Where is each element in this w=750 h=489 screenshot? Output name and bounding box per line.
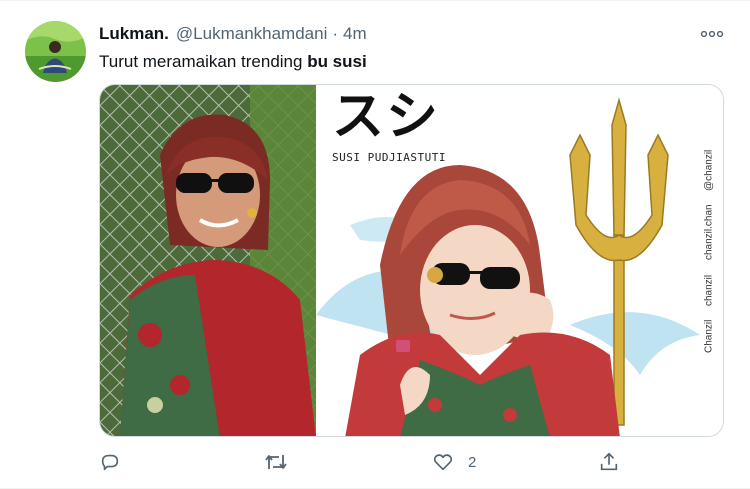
reply-icon xyxy=(101,454,119,471)
timestamp[interactable]: 4m xyxy=(343,24,367,44)
avatar[interactable] xyxy=(25,21,86,82)
tweet-text-bold: bu susi xyxy=(307,52,367,71)
tweet-card[interactable]: Lukman. @Lukmankhamdani · 4m Turut meram… xyxy=(0,0,750,489)
tweet-text: Turut meramaikan trending bu susi xyxy=(99,52,367,72)
watermark-strip: Chanzil chanzil chanzil.chan @chanzil xyxy=(698,103,720,353)
avatar-image xyxy=(25,21,86,82)
watermark-3: chanzil.chan xyxy=(703,204,715,261)
separator-dot: · xyxy=(332,24,339,43)
tweet-media[interactable]: スシ SUSI PUDJIASTUTI Chanzil chanzil chan… xyxy=(99,84,724,437)
caption-text: SUSI PUDJIASTUTI xyxy=(332,151,446,164)
watermark-4: @chanzil xyxy=(703,149,715,191)
reply-button[interactable] xyxy=(99,451,135,473)
kana-title: スシ xyxy=(332,87,441,147)
share-icon xyxy=(600,452,618,471)
like-count: 2 xyxy=(468,453,477,471)
user-handle[interactable]: @Lukmankhamdani xyxy=(176,24,327,44)
more-options-button[interactable] xyxy=(699,25,725,43)
more-icon xyxy=(701,31,723,37)
retweet-button[interactable] xyxy=(264,451,302,473)
share-button[interactable] xyxy=(598,451,634,473)
tweet-text-plain: Turut meramaikan trending xyxy=(99,52,308,71)
like-button[interactable]: 2 xyxy=(432,451,476,473)
tweet-header: Lukman. @Lukmankhamdani · 4m xyxy=(99,24,367,46)
watermark-1: Chanzil xyxy=(703,319,715,353)
heart-icon xyxy=(433,454,453,471)
action-bar: 2 xyxy=(0,451,750,473)
watermark-2: chanzil xyxy=(703,274,715,306)
display-name[interactable]: Lukman. xyxy=(99,24,169,44)
photo-left xyxy=(100,85,316,436)
retweet-icon xyxy=(265,455,287,469)
